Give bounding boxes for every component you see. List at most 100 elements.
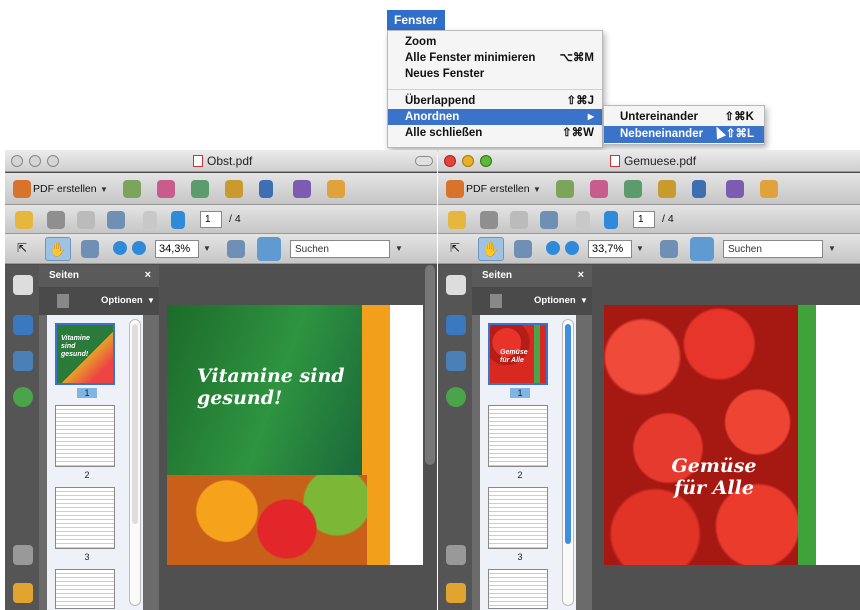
forms-icon[interactable] — [726, 180, 744, 198]
menu-title-fenster[interactable]: Fenster — [387, 10, 445, 30]
comment-icon[interactable] — [327, 180, 345, 198]
zoom-tool-icon[interactable] — [514, 240, 532, 258]
thumbnail-scrollbar[interactable] — [562, 319, 574, 606]
zoom-window-button[interactable] — [47, 155, 59, 167]
page-number-input[interactable]: 1 — [200, 211, 222, 228]
zoom-level-input[interactable]: 33,7% — [588, 240, 632, 258]
page-number-input[interactable]: 1 — [633, 211, 655, 228]
title-bar[interactable]: Obst.pdf — [5, 150, 437, 172]
previous-page-icon[interactable] — [576, 211, 590, 229]
export-icon[interactable] — [590, 180, 608, 198]
comment-icon[interactable] — [760, 180, 778, 198]
pages-icon[interactable] — [13, 275, 33, 295]
page-thumbnail[interactable] — [55, 405, 115, 467]
zoom-out-icon[interactable] — [546, 241, 560, 255]
open-folder-icon[interactable] — [448, 211, 466, 229]
chevron-down-icon[interactable]: ▼ — [395, 244, 403, 253]
combine-files-icon[interactable] — [123, 180, 141, 198]
scrollbar-thumb[interactable] — [565, 324, 571, 544]
chevron-down-icon[interactable]: ▼ — [203, 244, 211, 253]
combine-files-icon[interactable] — [556, 180, 574, 198]
pages-icon[interactable] — [446, 275, 466, 295]
page-thumbnail[interactable] — [55, 569, 115, 609]
next-page-icon[interactable] — [171, 211, 185, 229]
zoom-in-icon[interactable] — [132, 241, 146, 255]
forms-icon[interactable] — [293, 180, 311, 198]
create-pdf-button[interactable]: PDF erstellen — [33, 183, 97, 195]
options-menu-button[interactable]: Optionen — [534, 295, 576, 306]
page-thumbnail[interactable] — [488, 569, 548, 609]
create-pdf-icon[interactable] — [446, 180, 464, 198]
print-icon[interactable] — [480, 211, 498, 229]
fit-width-icon[interactable] — [660, 240, 678, 258]
chevron-down-icon[interactable]: ▼ — [828, 244, 836, 253]
fit-width-icon[interactable] — [227, 240, 245, 258]
options-menu-button[interactable]: Optionen — [101, 295, 143, 306]
save-icon[interactable] — [77, 211, 95, 229]
page-thumbnail[interactable] — [55, 487, 115, 549]
chevron-down-icon[interactable]: ▼ — [636, 244, 644, 253]
submenu-item-side-by-side[interactable]: Nebeneinander ⇧⌘L — [604, 126, 764, 143]
hand-tool-icon[interactable]: ✋ — [45, 237, 71, 261]
zoom-tool-icon[interactable] — [81, 240, 99, 258]
next-page-icon[interactable] — [604, 211, 618, 229]
bookmarks-icon[interactable] — [446, 315, 466, 335]
close-window-button[interactable] — [444, 155, 456, 167]
zoom-in-icon[interactable] — [565, 241, 579, 255]
print-icon[interactable] — [47, 211, 65, 229]
menu-item-new-window[interactable]: Neues Fenster — [388, 66, 602, 82]
export-icon[interactable] — [157, 180, 175, 198]
menu-item-arrange[interactable]: Anordnen ▶ — [388, 109, 602, 125]
menu-item-overlapping[interactable]: Überlappend ⇧⌘J — [388, 93, 602, 109]
chevron-down-icon[interactable]: ▼ — [100, 185, 108, 194]
bookmarks-icon[interactable] — [13, 315, 33, 335]
search-input[interactable]: Suchen — [723, 240, 823, 258]
submenu-item-stacked[interactable]: Untereinander ⇧⌘K — [604, 109, 764, 126]
trash-icon[interactable] — [490, 294, 502, 308]
full-screen-icon[interactable] — [690, 237, 714, 261]
previous-page-icon[interactable] — [143, 211, 157, 229]
search-input[interactable]: Suchen — [290, 240, 390, 258]
minimize-window-button[interactable] — [462, 155, 474, 167]
comments-icon[interactable] — [13, 583, 33, 603]
close-icon[interactable]: × — [578, 269, 584, 281]
attachments-icon[interactable] — [13, 545, 33, 565]
email-icon[interactable] — [107, 211, 125, 229]
email-icon[interactable] — [540, 211, 558, 229]
menu-item-zoom[interactable]: Zoom — [388, 34, 602, 50]
chevron-down-icon[interactable]: ▼ — [580, 296, 588, 305]
secure-lock-icon[interactable] — [658, 180, 676, 198]
menu-item-close-all[interactable]: Alle schließen ⇧⌘W — [388, 125, 602, 141]
chevron-down-icon[interactable]: ▼ — [533, 185, 541, 194]
canvas-scrollbar[interactable] — [425, 265, 435, 465]
page-thumbnail[interactable]: Vitamine sind gesund! — [55, 323, 115, 385]
create-pdf-icon[interactable] — [13, 180, 31, 198]
pdf-page[interactable]: Vitamine sind gesund! — [167, 305, 423, 565]
signatures-icon[interactable] — [13, 351, 33, 371]
scrollbar-thumb[interactable] — [132, 324, 138, 524]
zoom-out-icon[interactable] — [113, 241, 127, 255]
sign-pen-icon[interactable] — [692, 180, 706, 198]
open-folder-icon[interactable] — [15, 211, 33, 229]
trash-icon[interactable] — [57, 294, 69, 308]
full-screen-icon[interactable] — [257, 237, 281, 261]
help-icon[interactable] — [446, 387, 466, 407]
review-icon[interactable] — [624, 180, 642, 198]
secure-lock-icon[interactable] — [225, 180, 243, 198]
select-tool-icon[interactable]: ⇱ — [17, 241, 27, 255]
create-pdf-button[interactable]: PDF erstellen — [466, 183, 530, 195]
menu-item-minimize-all[interactable]: Alle Fenster minimieren ⌥⌘M — [388, 50, 602, 66]
comments-icon[interactable] — [446, 583, 466, 603]
signatures-icon[interactable] — [446, 351, 466, 371]
pdf-page[interactable]: Gemüse für Alle — [604, 305, 860, 565]
sign-pen-icon[interactable] — [259, 180, 273, 198]
save-icon[interactable] — [510, 211, 528, 229]
toolbar-toggle-button[interactable] — [415, 156, 433, 166]
page-thumbnail[interactable] — [488, 405, 548, 467]
title-bar[interactable]: Gemuese.pdf — [438, 150, 860, 172]
zoom-window-button[interactable] — [480, 155, 492, 167]
zoom-level-input[interactable]: 34,3% — [155, 240, 199, 258]
minimize-window-button[interactable] — [29, 155, 41, 167]
review-icon[interactable] — [191, 180, 209, 198]
thumbnail-scrollbar[interactable] — [129, 319, 141, 606]
